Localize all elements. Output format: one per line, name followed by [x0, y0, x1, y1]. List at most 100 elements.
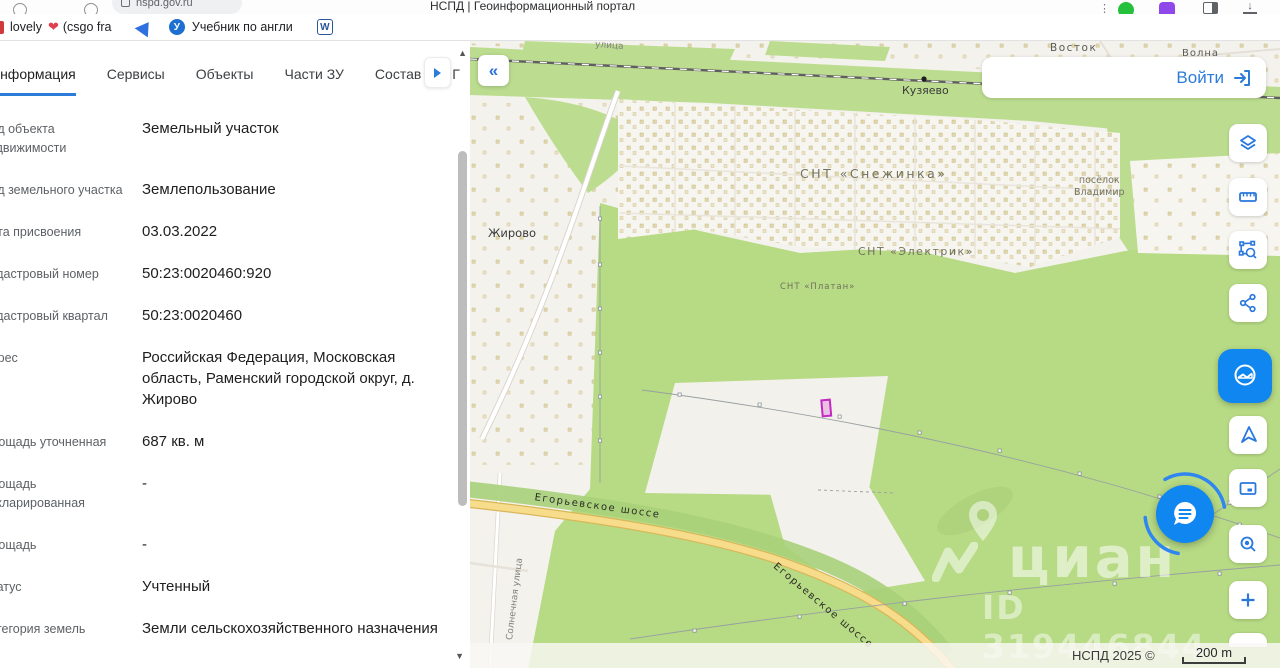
- field-row: Площадь уточненная 687 кв. м: [0, 431, 452, 452]
- field-row: Дата присвоения 03.03.2022: [0, 221, 452, 242]
- cian-logo-mark: [932, 542, 978, 582]
- field-row: Вид земельного участка Землепользование: [0, 179, 452, 200]
- scroll-down-icon[interactable]: ▼: [455, 651, 464, 661]
- field-row: Вид объекта недвижимости Земельный участ…: [0, 118, 452, 158]
- field-value: Земли сельскохозяйственного назначения: [142, 618, 452, 639]
- field-label: Вид объекта недвижимости: [0, 118, 142, 158]
- pin-icon: [968, 500, 998, 542]
- layers-icon: [1238, 133, 1258, 153]
- login-icon: [1232, 68, 1252, 88]
- map-label-street-top: улица: [595, 41, 624, 52]
- field-value: 50:23:0020460: [142, 305, 452, 326]
- map-label-zhirovo: Жирово: [488, 226, 536, 240]
- field-row: Площадь декларированная -: [0, 473, 452, 513]
- tab-objects[interactable]: Объекты: [196, 66, 254, 96]
- field-label: Категория земель: [0, 618, 142, 639]
- object-info-panel: Информация Сервисы Объекты Части ЗУ Сост…: [0, 41, 470, 668]
- bookmark-lovely-tail[interactable]: (csgo fra: [63, 20, 121, 34]
- attribution-text: НСПД 2025 ©: [1072, 648, 1155, 663]
- map-label-snt-elektrik: СНТ «Электрик»: [858, 245, 974, 258]
- field-value: Землепользование: [142, 179, 452, 200]
- menu-dots-icon[interactable]: ⋮: [1099, 2, 1102, 14]
- object-card-tool-button[interactable]: [1218, 349, 1272, 403]
- field-label: Дата присвоения: [0, 221, 142, 242]
- collapse-panel-button[interactable]: «: [478, 55, 509, 86]
- login-label: Войти: [1176, 68, 1224, 88]
- tabs-scroll-right-button[interactable]: [424, 57, 451, 88]
- field-label: Адрес: [0, 347, 142, 410]
- field-row: Кадастровый номер 50:23:0020460:920: [0, 263, 452, 284]
- tab-parts[interactable]: Части ЗУ: [284, 66, 343, 96]
- ruler-button[interactable]: [1229, 178, 1267, 216]
- chevrons-left-icon: «: [489, 61, 498, 81]
- share-button[interactable]: [1229, 284, 1267, 322]
- panel-tabs: Информация Сервисы Объекты Части ЗУ Сост…: [0, 41, 470, 96]
- extension-green-icon[interactable]: [1118, 2, 1134, 14]
- map-label-snt-snezhinka: СНТ «Снежинка»: [800, 166, 947, 181]
- tab-title: НСПД | Геоинформационный портал: [430, 0, 635, 13]
- scale-bar: 200 m: [1182, 645, 1246, 664]
- field-row: Адрес Российская Федерация, Московская о…: [0, 347, 452, 410]
- favicon-partial: [0, 21, 4, 34]
- map-label-snt-platan: СНТ «Платан»: [780, 282, 855, 292]
- field-value: Учтенный: [142, 576, 452, 597]
- field-label: Площадь декларированная: [0, 473, 142, 513]
- field-label: Кадастровый квартал: [0, 305, 142, 326]
- layers-button[interactable]: [1229, 124, 1267, 162]
- field-value: 687 кв. м: [142, 431, 452, 452]
- sidebar-panel-icon[interactable]: [1203, 2, 1218, 14]
- field-label: Площадь: [0, 534, 142, 555]
- download-icon[interactable]: ↓: [1243, 2, 1257, 14]
- area-search-button[interactable]: [1229, 231, 1267, 269]
- field-label: Кадастровый номер: [0, 263, 142, 284]
- plus-icon: [1238, 590, 1258, 610]
- field-label: Вид земельного участка: [0, 179, 142, 200]
- panel-scrollbar[interactable]: [458, 151, 467, 506]
- bookmark-textbook[interactable]: Учебник по англи: [192, 20, 295, 34]
- map-label-poselok-line1: посёлок: [1074, 175, 1125, 187]
- polygon-search-icon: [1238, 240, 1258, 260]
- map-label-vostok: Восток: [1050, 42, 1097, 54]
- ruler-icon: [1238, 187, 1258, 207]
- address-bar[interactable]: nspd.gov.ru: [112, 0, 242, 14]
- field-row: Площадь -: [0, 534, 452, 555]
- bookmark-arrow-icon[interactable]: [135, 17, 156, 37]
- field-value: -: [142, 473, 452, 513]
- station-marker: [921, 76, 926, 81]
- field-row: Кадастровый квартал 50:23:0020460: [0, 305, 452, 326]
- map-label-poselok-vladimir: посёлок Владимир: [1074, 175, 1125, 199]
- bookmark-badge-icon[interactable]: У: [169, 19, 185, 35]
- tab-partial[interactable]: Г: [452, 66, 460, 96]
- field-value: Российская Федерация, Московская область…: [142, 347, 452, 410]
- browser-toolbar: nspd.gov.ru НСПД | Геоинформационный пор…: [0, 0, 1280, 14]
- map-canvas[interactable]: Восток Волна улица Кузяево СНТ «Снежинка…: [470, 41, 1280, 668]
- selected-parcel[interactable]: [821, 400, 831, 417]
- bookmark-lovely[interactable]: lovely: [10, 20, 42, 34]
- tab-information[interactable]: Информация: [0, 66, 76, 96]
- coordinate-search-button[interactable]: [1229, 525, 1267, 563]
- chat-fab-button[interactable]: [1156, 485, 1214, 543]
- word-doc-icon[interactable]: W: [317, 19, 333, 35]
- search-location-icon: [1238, 534, 1258, 554]
- location-arrow-icon: [1238, 425, 1258, 445]
- field-row: Категория земель Земли сельскохозяйствен…: [0, 618, 452, 639]
- login-bar[interactable]: Войти: [982, 57, 1266, 98]
- zoom-in-button[interactable]: [1229, 581, 1267, 619]
- field-label: Площадь уточненная: [0, 431, 142, 452]
- map-label-poselok-line2: Владимир: [1074, 187, 1125, 199]
- site-info-icon[interactable]: [13, 3, 27, 14]
- chevron-right-icon: [434, 68, 441, 78]
- chat-bubble-icon: [1170, 499, 1200, 529]
- field-value: 03.03.2022: [142, 221, 452, 242]
- address-url: nspd.gov.ru: [136, 0, 193, 9]
- extension-purple-icon[interactable]: [1159, 2, 1175, 14]
- scroll-up-icon[interactable]: ▲: [458, 48, 467, 58]
- tab-sostav[interactable]: Состав: [375, 66, 421, 96]
- minimap-icon: [1238, 478, 1258, 498]
- minimap-button[interactable]: [1229, 469, 1267, 507]
- reload-icon[interactable]: [84, 3, 98, 14]
- locate-me-button[interactable]: [1229, 416, 1267, 454]
- field-value: Земельный участок: [142, 118, 452, 158]
- tab-services[interactable]: Сервисы: [107, 66, 165, 96]
- field-label: Статус: [0, 576, 142, 597]
